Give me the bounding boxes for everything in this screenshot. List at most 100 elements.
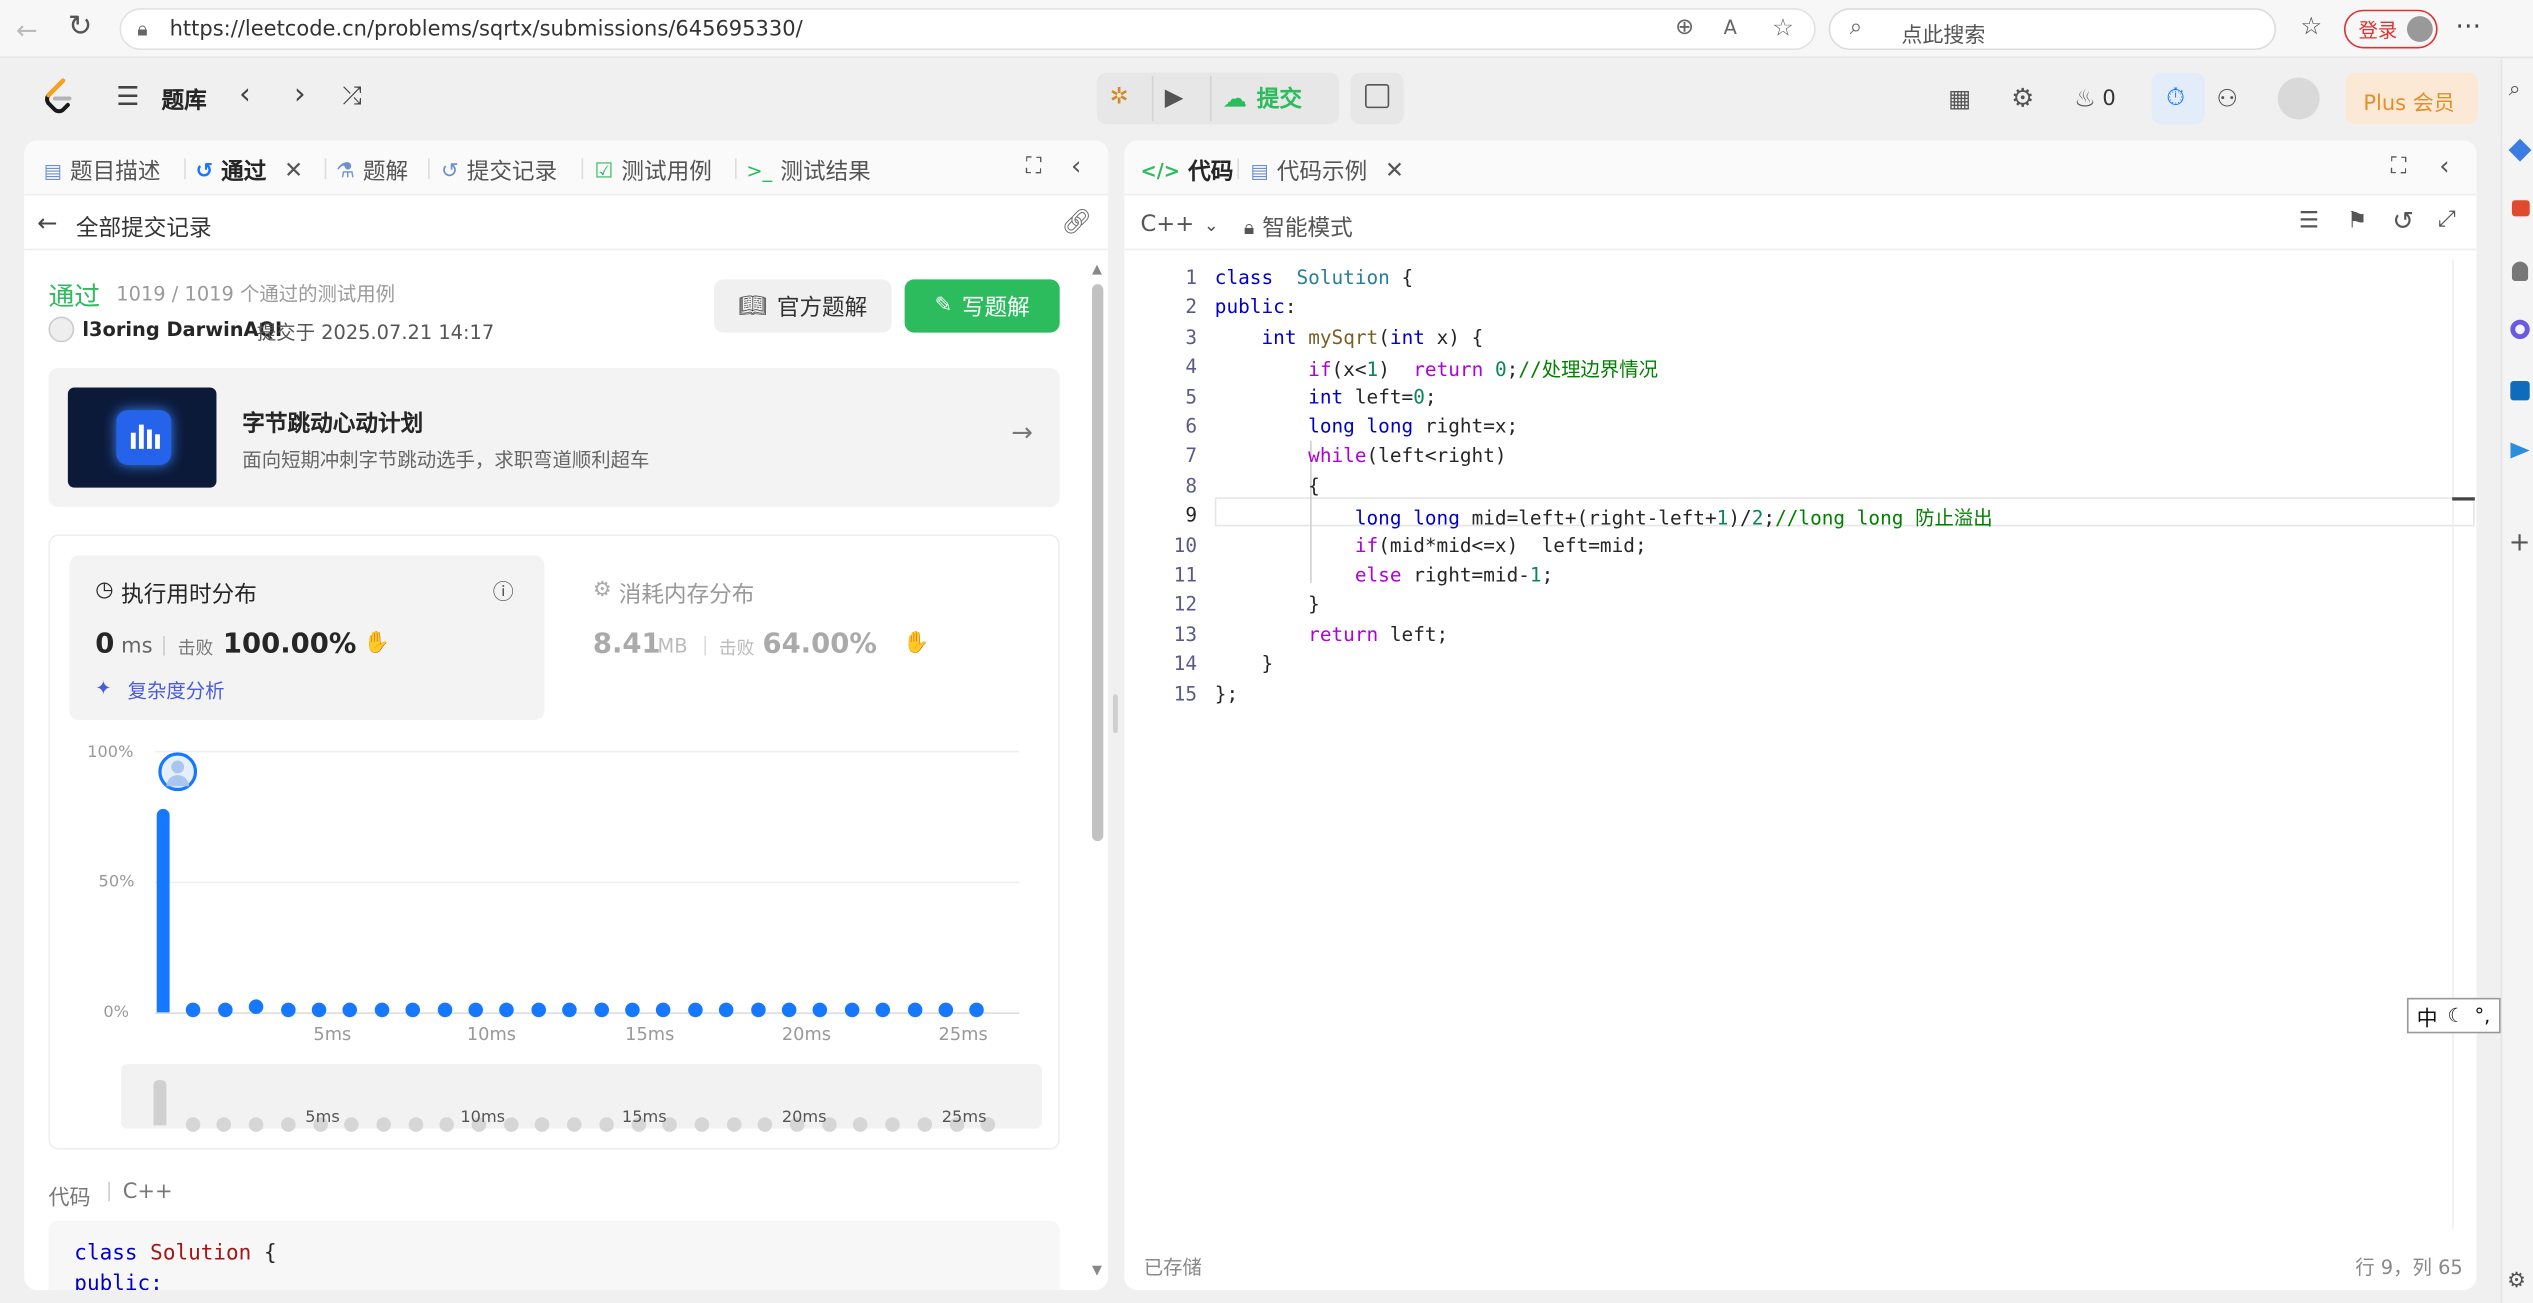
memory-card[interactable]: ⚙ 消耗内存分布 8.41 MB 击败 64.00% ✋	[567, 555, 1042, 720]
editor-scrollbar[interactable]	[2452, 259, 2454, 1229]
sidebar-outlook-icon[interactable]	[2510, 381, 2530, 401]
tab-solutions[interactable]: ⚗ 题解	[336, 155, 408, 187]
scroll-down-icon[interactable]: ▼	[1092, 1263, 1102, 1278]
promo-banner[interactable]: 字节跳动心动计划 面向短期冲刺字节跳动选手，求职弯道顺利超车 →	[48, 368, 1060, 507]
scroll-thumb[interactable]	[1092, 284, 1104, 842]
write-solution-button[interactable]: ✎ 写题解	[904, 279, 1060, 333]
panel-splitter[interactable]	[1113, 694, 1118, 734]
login-button[interactable]: 登录	[2343, 9, 2438, 49]
prev-problem-icon[interactable]: ‹	[239, 78, 251, 112]
chart-bar[interactable]	[217, 1002, 233, 1018]
collapse-icon[interactable]: ‹	[2439, 150, 2449, 181]
ime-toolbar[interactable]: 中 ☾ °,	[2406, 997, 2501, 1034]
chart-bar[interactable]	[499, 1002, 515, 1018]
sidebar-settings-icon[interactable]: ⚙	[2507, 1269, 2526, 1293]
maximize-icon[interactable]: ⛶	[2391, 153, 2407, 179]
zoom-icon[interactable]: ⊕	[1675, 15, 1694, 41]
random-problem-icon[interactable]: ⤮	[342, 81, 361, 110]
sidebar-person-icon[interactable]	[2511, 261, 2529, 281]
left-scrollbar[interactable]: ▲ ▼	[1090, 262, 1105, 1279]
favorites-icon[interactable]: ☆	[2300, 11, 2322, 40]
chart-bar[interactable]	[750, 1002, 766, 1018]
chart-bar[interactable]	[280, 1002, 295, 1018]
chart-bar[interactable]	[656, 1002, 672, 1018]
chart-bar[interactable]	[907, 1002, 922, 1018]
back-arrow-icon[interactable]: ←	[37, 208, 57, 237]
plus-membership-button[interactable]: Plus 会员	[2345, 72, 2479, 125]
chart-bar[interactable]	[844, 1002, 860, 1018]
language-select[interactable]: C++ ⌄	[1140, 212, 1218, 238]
next-problem-icon[interactable]: ›	[294, 78, 306, 112]
close-tab-icon[interactable]: ✕	[284, 158, 303, 184]
sidebar-app-icon[interactable]	[2508, 138, 2532, 162]
chart-bar[interactable]	[186, 1002, 201, 1018]
reset-icon[interactable]: ↺	[2392, 205, 2414, 236]
chart-bar[interactable]	[969, 1002, 985, 1018]
tab-code[interactable]: </> 代码	[1140, 155, 1233, 187]
tab-description[interactable]: ▤ 题目描述	[44, 155, 161, 187]
info-icon[interactable]: ⓘ	[493, 575, 514, 605]
chart-bar[interactable]	[437, 1002, 452, 1018]
user-avatar[interactable]	[2277, 77, 2320, 120]
fullscreen-icon[interactable]: ⤢	[2438, 207, 2456, 233]
sidebar-search-icon[interactable]: ⌕	[2509, 78, 2521, 102]
add-friend-icon[interactable]: ⚇	[2216, 84, 2238, 113]
problem-list-link[interactable]: 题库	[162, 84, 207, 116]
sidebar-tools-icon[interactable]	[2511, 200, 2530, 217]
chart-bar[interactable]	[531, 1002, 546, 1018]
range-slider[interactable]: 5ms 10ms 15ms 20ms 25ms	[121, 1064, 1042, 1132]
back-arrow-icon[interactable]: ←	[16, 15, 38, 46]
chart-bar[interactable]	[405, 1002, 421, 1018]
sidebar-copilot-icon[interactable]	[2510, 319, 2530, 340]
chart-bar[interactable]	[374, 1002, 389, 1018]
code-editor[interactable]: 1 class Solution {2 public: 3 int mySqrt(in…	[1124, 259, 2476, 1229]
chart-bar[interactable]	[719, 1002, 734, 1018]
smart-mode-toggle[interactable]: 🔒︎ 智能模式	[1244, 212, 1353, 244]
close-tab-icon[interactable]: ✕	[1385, 158, 1404, 184]
complexity-analysis-link[interactable]: 复杂度分析	[128, 677, 225, 704]
chart-bar[interactable]	[249, 999, 264, 1014]
chart-bar[interactable]	[875, 1002, 891, 1018]
run-button[interactable]: ▶	[1165, 82, 1184, 111]
link-icon[interactable]: 🔗︎	[1061, 207, 1092, 236]
chart-bar[interactable]	[593, 1002, 609, 1018]
bookmark-icon[interactable]: ⚑	[2347, 208, 2367, 234]
settings-gear-icon[interactable]: ⚙	[2011, 82, 2034, 113]
favorite-star-icon[interactable]: ☆	[1772, 13, 1794, 42]
user-avatar-small[interactable]	[48, 316, 75, 343]
chart-bar[interactable]	[343, 1002, 358, 1018]
chart-bar[interactable]	[562, 1002, 578, 1018]
streak-counter[interactable]: ♨ 0	[2074, 84, 2116, 113]
format-icon[interactable]: ☰	[2299, 208, 2319, 234]
maximize-icon[interactable]: ⛶	[1026, 153, 1042, 179]
sidebar-add-icon[interactable]: +	[2509, 526, 2531, 557]
my-submission-marker[interactable]	[158, 752, 198, 792]
notes-button[interactable]	[1350, 72, 1404, 125]
timer-button[interactable]: ⏱	[2151, 72, 2206, 125]
address-bar[interactable]: 🔒︎ https://leetcode.cn/problems/sqrtx/su…	[119, 8, 1816, 51]
official-solution-button[interactable]: 📖︎ 官方题解	[714, 279, 892, 333]
more-menu-icon[interactable]: ⋯	[2455, 10, 2481, 41]
tab-test-results[interactable]: >_ 测试结果	[746, 155, 870, 187]
chart-bar[interactable]	[687, 1002, 703, 1018]
tab-submissions[interactable]: ↺ 提交记录	[441, 155, 557, 187]
debug-icon[interactable]: ✲	[1110, 84, 1129, 110]
chart-bar[interactable]	[813, 1002, 828, 1018]
tab-code-example[interactable]: ▤ 代码示例 ✕	[1250, 155, 1404, 187]
chart-bar[interactable]	[311, 1002, 327, 1018]
chart-bar[interactable]	[625, 1002, 640, 1018]
tab-testcases[interactable]: ☑ 测试用例	[594, 155, 711, 187]
chart-bar[interactable]	[781, 1002, 797, 1018]
read-aloud-icon[interactable]: A	[1724, 16, 1737, 39]
layout-icon[interactable]: ▦	[1948, 84, 1971, 113]
chart-bar[interactable]	[468, 1002, 484, 1018]
submit-button[interactable]: ☁ 提交	[1223, 82, 1302, 114]
browser-search-input[interactable]: ⌕ 点此搜索	[1828, 8, 2277, 51]
username[interactable]: l3oring DarwinAQI	[82, 318, 282, 341]
chart-bar[interactable]	[156, 808, 170, 1013]
chart-bar[interactable]	[938, 1002, 954, 1018]
runtime-card[interactable]: ◷ 执行用时分布 ⓘ 0 ms 击败 100.00% ✋ ✦ 复杂度分析	[69, 555, 545, 721]
tab-accepted[interactable]: ↺ 通过 ✕	[195, 155, 303, 187]
collapse-icon[interactable]: ‹	[1071, 150, 1081, 181]
all-submissions-link[interactable]: 全部提交记录	[76, 212, 212, 244]
